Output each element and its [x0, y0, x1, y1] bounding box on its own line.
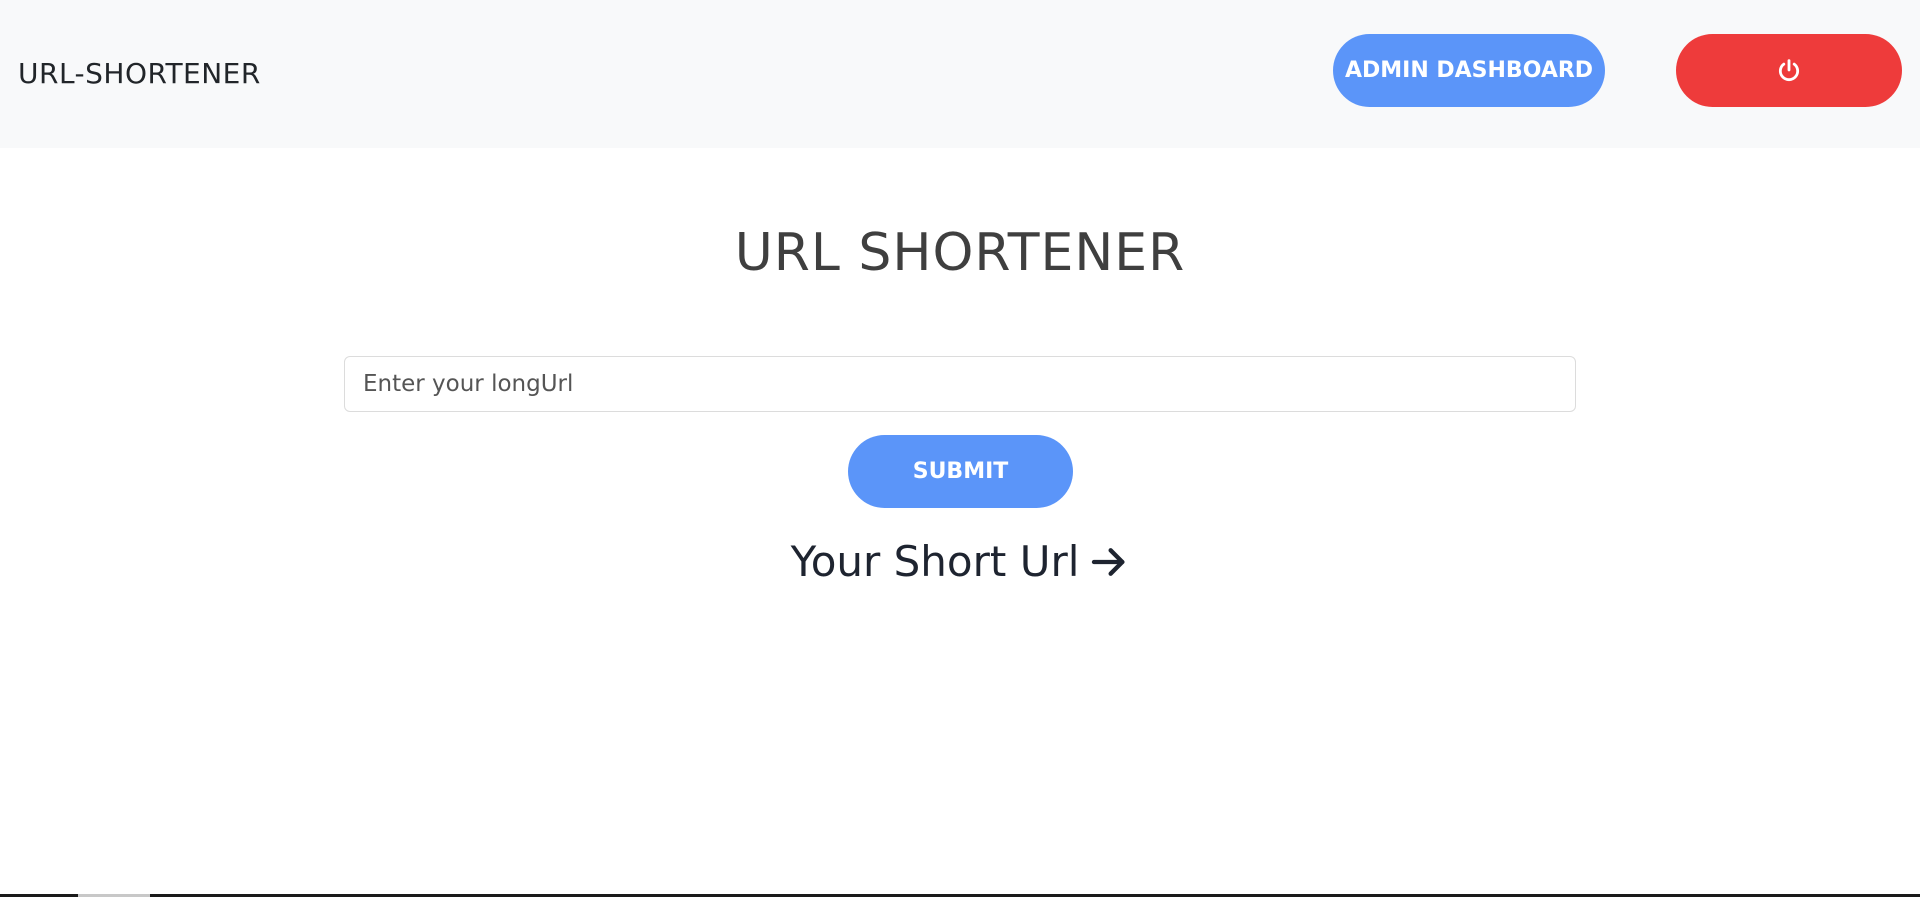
short-url-label: Your Short Url [790, 537, 1080, 586]
long-url-input[interactable] [344, 356, 1576, 412]
page-title: URL SHORTENER [734, 223, 1186, 283]
submit-button[interactable]: SUBMIT [848, 435, 1073, 508]
navbar: URL-SHORTENER ADMIN DASHBOARD [0, 0, 1920, 148]
power-icon [1778, 58, 1800, 81]
brand-logo-text[interactable]: URL-SHORTENER [18, 56, 261, 92]
short-url-result: Your Short Url [0, 534, 1920, 590]
logout-button[interactable] [1676, 34, 1902, 107]
admin-dashboard-button[interactable]: ADMIN DASHBOARD [1333, 34, 1605, 107]
arrow-right-icon [1092, 548, 1125, 576]
